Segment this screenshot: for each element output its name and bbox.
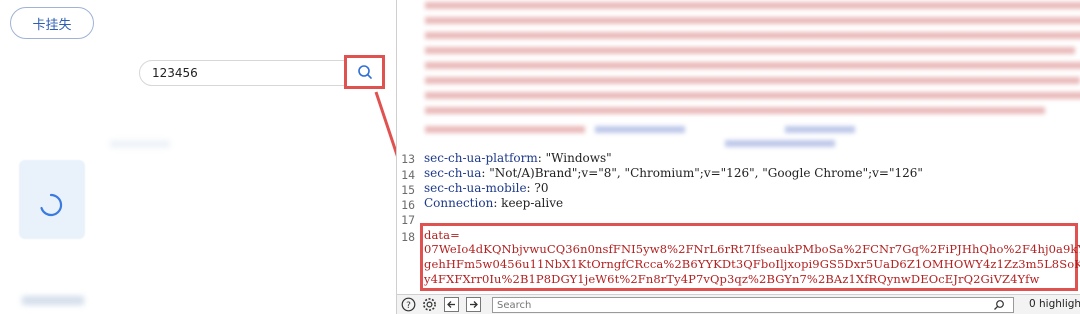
line-number: 16 — [401, 198, 415, 212]
find-input[interactable] — [497, 299, 977, 311]
devtools-request-panel: 13 sec-ch-ua-platform: "Windows" 14 sec-… — [396, 0, 1080, 314]
search-input[interactable] — [152, 65, 332, 81]
blurred-caption — [22, 296, 84, 305]
report-loss-button[interactable]: 卡挂失 — [10, 7, 94, 39]
header-value: : "Windows" — [537, 151, 612, 165]
line-number: 18 — [401, 230, 415, 244]
header-value: : "Not/A)Brand";v="8", "Chromium";v="126… — [481, 166, 923, 180]
find-field[interactable] — [492, 297, 1014, 313]
help-icon[interactable]: ? — [401, 297, 416, 312]
body-data-line: 07WeIo4dKQNbjvwuCQ36n0nsfFNI5yw8%2FNrL6r… — [424, 242, 1080, 256]
loading-spinner-icon — [40, 193, 63, 217]
body-data-line: gehHFm5w0456u11NbX1KtOrngfCRcca%2B6YYKDt… — [424, 257, 1080, 271]
search-button[interactable] — [344, 55, 385, 89]
body-label: data= — [424, 228, 460, 242]
header-key: sec-ch-ua-platform — [424, 151, 538, 165]
search-field[interactable] — [139, 60, 345, 86]
header-line: sec-ch-ua-platform: "Windows" — [424, 151, 612, 165]
highlight-count: 0 highlight — [1029, 298, 1080, 310]
redacted-header-lines — [425, 0, 1080, 148]
blurred-text — [110, 140, 170, 148]
header-key: sec-ch-ua-mobile — [424, 181, 527, 195]
line-number: 13 — [401, 152, 415, 166]
line-number: 15 — [401, 183, 415, 197]
header-line: Connection: keep-alive — [424, 196, 563, 210]
header-line: sec-ch-ua: "Not/A)Brand";v="8", "Chromiu… — [424, 166, 923, 180]
header-key: Connection — [424, 196, 494, 210]
find-toolbar: ? 0 highlight — [397, 294, 1080, 314]
arrow-right-icon[interactable] — [466, 297, 481, 312]
arrow-left-icon[interactable] — [444, 297, 459, 312]
header-key: sec-ch-ua — [424, 166, 482, 180]
line-number: 14 — [401, 168, 415, 182]
header-value: : ?0 — [526, 181, 549, 195]
magnifier-icon[interactable] — [993, 299, 1005, 311]
line-number: 17 — [401, 213, 415, 227]
search-icon — [357, 65, 372, 79]
body-data-line: y4FXFXrr0Iu%2B1P8DGY1jeW6t%2Fn8rTy4P7vQp… — [424, 272, 1040, 286]
gear-icon[interactable] — [422, 297, 437, 312]
header-line: sec-ch-ua-mobile: ?0 — [424, 181, 548, 195]
app-panel: 卡挂失 — [0, 0, 396, 314]
svg-text:?: ? — [406, 301, 411, 311]
header-value: : keep-alive — [493, 196, 564, 210]
